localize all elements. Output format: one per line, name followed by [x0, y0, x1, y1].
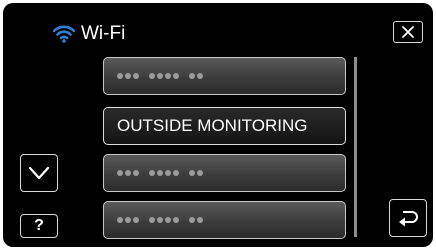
scrollbar[interactable] — [354, 57, 357, 237]
close-icon — [402, 26, 414, 38]
close-button[interactable] — [393, 21, 423, 43]
network-item-4[interactable] — [103, 201, 346, 239]
header: Wi-Fi — [53, 17, 125, 51]
return-arrow-icon — [399, 211, 418, 227]
network-item-1[interactable] — [103, 57, 346, 95]
wifi-icon — [53, 25, 75, 43]
camera-screen: Wi-Fi OUTSIDE MONITORING ? — [3, 3, 433, 247]
outside-monitoring-label: OUTSIDE MONITORING — [117, 116, 308, 135]
scroll-down-button[interactable] — [20, 154, 58, 192]
masked-network-name — [117, 73, 205, 79]
page-title: Wi-Fi — [81, 23, 126, 44]
masked-network-name — [117, 217, 205, 223]
help-label: ? — [34, 217, 44, 234]
network-item-3[interactable] — [103, 154, 346, 192]
outside-monitoring-button[interactable]: OUTSIDE MONITORING — [103, 107, 346, 145]
back-button[interactable] — [389, 199, 427, 237]
chevron-down-icon — [28, 166, 50, 180]
masked-network-name — [117, 170, 205, 176]
help-button[interactable]: ? — [20, 214, 58, 238]
